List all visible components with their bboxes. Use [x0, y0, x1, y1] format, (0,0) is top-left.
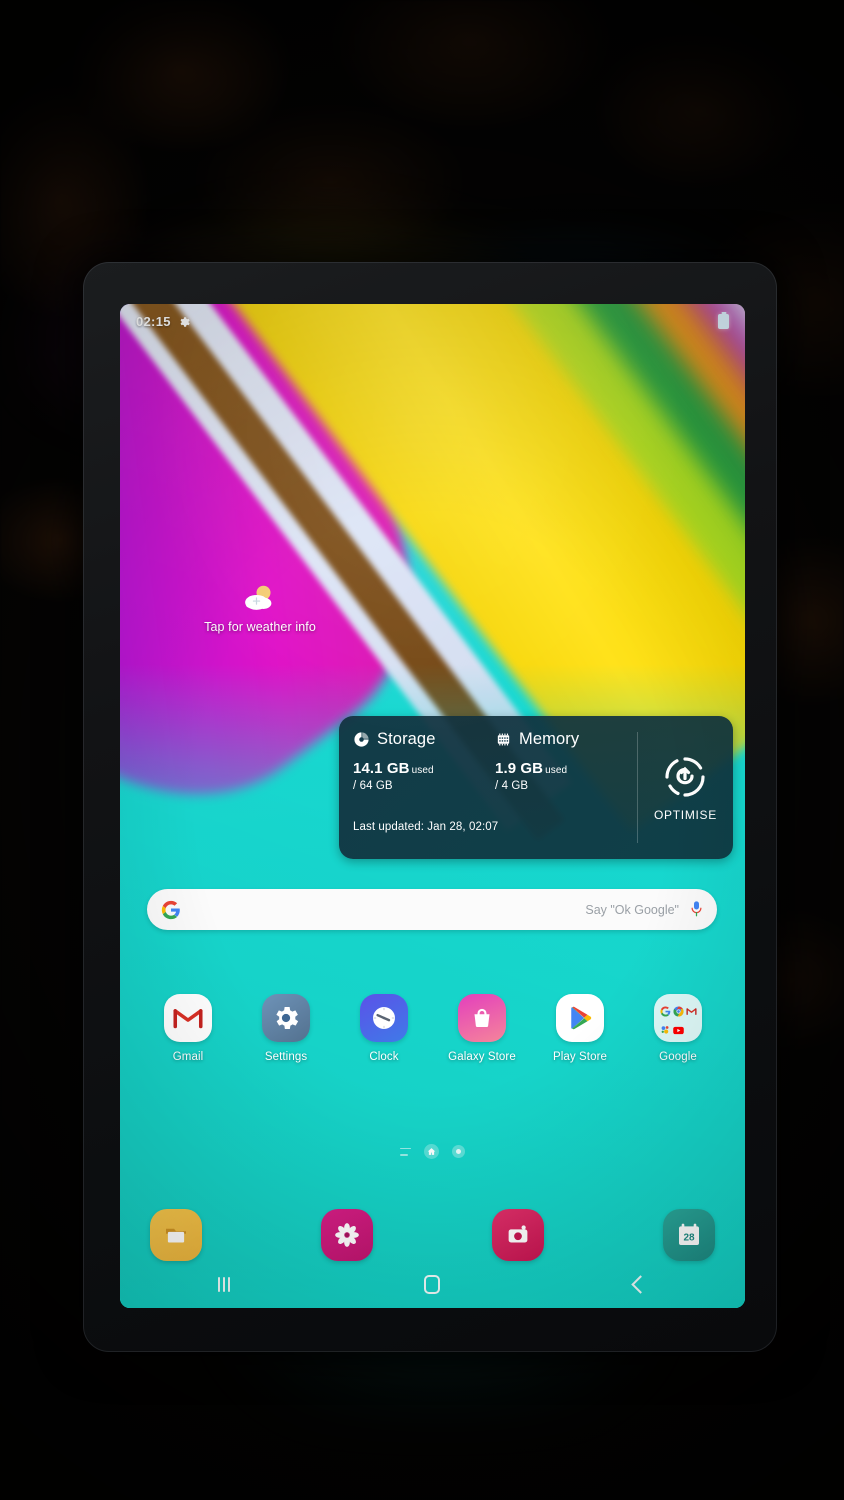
folder-empty-slot: [686, 1022, 697, 1033]
tablet-device: 02:15 Tap for weather info Storage 14.1 …: [83, 262, 777, 1352]
microphone-icon[interactable]: [689, 900, 704, 919]
google-search-mini-icon: [660, 1004, 671, 1017]
status-bar-right: [718, 313, 729, 329]
google-folder-icon[interactable]: [654, 994, 702, 1042]
google-search-bar[interactable]: Say "Ok Google": [147, 889, 717, 930]
app-gmail[interactable]: Gmail: [144, 994, 232, 1063]
tablet-photo: 02:15 Tap for weather info Storage 14.1 …: [0, 0, 844, 1500]
memory-total: / 4 GB: [495, 780, 529, 792]
recents-button[interactable]: [192, 1267, 256, 1301]
galaxy-store-bag-icon[interactable]: [458, 994, 506, 1042]
weather-widget[interactable]: Tap for weather info: [160, 582, 360, 634]
home-page-indicator[interactable]: [424, 1144, 439, 1159]
app-play-store[interactable]: Play Store: [536, 994, 624, 1063]
app-settings[interactable]: Settings: [242, 994, 330, 1063]
google-g-icon: [161, 900, 181, 920]
page-indicator: [120, 1144, 745, 1159]
device-care-stats: Storage 14.1 GB used / 64 GB Memory 1.9 …: [339, 716, 637, 859]
back-icon: [631, 1274, 651, 1294]
last-updated-label: Last updated: Jan 28, 02:07: [353, 821, 499, 833]
memory-used-value: 1.9 GB: [495, 760, 544, 777]
back-button[interactable]: [609, 1267, 673, 1301]
app-label: Clock: [369, 1051, 399, 1063]
storage-label: Storage: [377, 730, 436, 748]
youtube-mini-icon: [673, 1022, 684, 1034]
calendar-icon[interactable]: 28: [663, 1209, 715, 1261]
storage-total: / 64 GB: [353, 780, 393, 792]
home-button[interactable]: [400, 1267, 464, 1301]
weather-widget-label: Tap for weather info: [204, 620, 316, 634]
gmail-mini-icon: [686, 1004, 697, 1015]
optimise-refresh-icon: [661, 753, 709, 801]
app-label: Settings: [264, 1051, 308, 1063]
calendar-day-number: 28: [683, 1232, 695, 1243]
app-label: Gmail: [172, 1051, 204, 1063]
battery-icon: [718, 313, 729, 329]
search-input[interactable]: Say "Ok Google": [181, 903, 689, 917]
flower-gallery-icon[interactable]: [321, 1209, 373, 1261]
search-placeholder: Say "Ok Google": [585, 902, 679, 917]
memory-stat: Memory 1.9 GB used / 4 GB: [495, 730, 637, 792]
storage-used-value: 14.1 GB: [353, 760, 410, 777]
optimise-label: OPTIMISE: [654, 808, 717, 822]
app-clock[interactable]: Clock: [340, 994, 428, 1063]
app-label: Galaxy Store: [448, 1051, 516, 1063]
status-bar-left: 02:15: [136, 314, 190, 329]
storage-used: 14.1 GB used: [353, 760, 495, 777]
home-icon: [424, 1274, 441, 1294]
app-grid: Gmail Settings Clock Galaxy Store Play S…: [144, 994, 722, 1063]
folder-icon[interactable]: [150, 1209, 202, 1261]
memory-used: 1.9 GB used: [495, 760, 637, 777]
clock-icon[interactable]: [360, 994, 408, 1042]
status-bar-clock: 02:15: [136, 313, 171, 329]
storage-pie-icon: [353, 731, 370, 748]
gmail-icon[interactable]: [164, 994, 212, 1042]
dock: 28: [150, 1209, 715, 1261]
memory-used-suffix: used: [545, 765, 568, 776]
tablet-screen: 02:15 Tap for weather info Storage 14.1 …: [120, 304, 745, 1308]
app-label: Google: [659, 1051, 697, 1063]
recents-icon: [218, 1276, 231, 1292]
assistant-mini-icon: [660, 1022, 671, 1034]
app-google-folder[interactable]: Google: [634, 994, 722, 1063]
gear-icon: [178, 315, 190, 327]
device-care-widget[interactable]: Storage 14.1 GB used / 64 GB Memory 1.9 …: [339, 716, 733, 859]
play-store-icon[interactable]: [556, 994, 604, 1042]
memory-chip-icon: [495, 731, 512, 748]
status-bar[interactable]: 02:15: [120, 304, 745, 338]
apps-list-indicator[interactable]: [400, 1147, 411, 1156]
page-dot-indicator[interactable]: [452, 1145, 465, 1158]
app-label: Play Store: [552, 1051, 608, 1063]
camera-icon[interactable]: [492, 1209, 544, 1261]
memory-label: Memory: [519, 730, 580, 748]
optimise-button[interactable]: OPTIMISE: [638, 716, 733, 859]
sun-cloud-icon: [239, 582, 281, 614]
chrome-mini-icon: [673, 1004, 684, 1017]
app-galaxy-store[interactable]: Galaxy Store: [438, 994, 526, 1063]
storage-stat: Storage 14.1 GB used / 64 GB: [353, 730, 495, 792]
folder-preview-grid: [654, 994, 702, 1042]
settings-gear-icon[interactable]: [262, 994, 310, 1042]
storage-used-suffix: used: [411, 765, 434, 776]
navigation-bar: [120, 1260, 745, 1308]
